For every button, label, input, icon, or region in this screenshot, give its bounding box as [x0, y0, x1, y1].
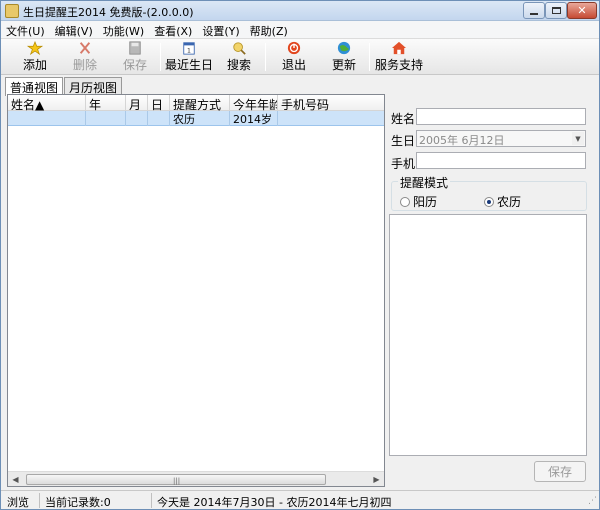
toolbar-separator	[369, 43, 370, 71]
cell-month	[126, 111, 148, 126]
column-header-mode[interactable]: 提醒方式	[170, 95, 230, 111]
table-row[interactable]: 农历 2014岁	[8, 111, 384, 126]
menu-help[interactable]: 帮助(Z)	[245, 21, 293, 38]
status-separator	[151, 493, 152, 508]
column-header-month[interactable]: 月	[126, 95, 148, 111]
delete-label: 删除	[72, 58, 97, 72]
tab-calendar-view[interactable]: 月历视图	[64, 77, 123, 95]
column-header-phone[interactable]: 手机号码	[278, 95, 384, 111]
menu-bar: 文件(U) 编辑(V) 功能(W) 查看(X) 设置(Y) 帮助(Z)	[1, 21, 599, 39]
contact-list[interactable]: 姓名▲ 年 月 日 提醒方式 今年年龄 手机号码 农历 2014岁 ◀ ||| …	[7, 94, 385, 487]
minimize-button[interactable]	[523, 2, 545, 19]
delete-x-icon	[79, 42, 91, 54]
title-bar[interactable]: 生日提醒王2014 免费版-(2.0.0.0) ✕	[1, 1, 599, 21]
phone-input[interactable]	[416, 152, 586, 169]
radio-off-icon	[400, 196, 410, 207]
reminder-mode-title: 提醒模式	[398, 174, 451, 191]
chevron-down-icon[interactable]: ▼	[572, 132, 584, 145]
radio-lunar[interactable]: 农历	[484, 193, 521, 210]
minimize-icon	[530, 12, 538, 15]
radio-solar-label: 阳历	[413, 195, 438, 209]
radio-solar[interactable]: 阳历	[400, 193, 437, 210]
save-button[interactable]: 保存	[534, 461, 586, 482]
exit-button[interactable]: 退出	[277, 41, 311, 73]
menu-file[interactable]: 文件(U)	[1, 21, 50, 38]
birthday-value: 2005年 6月12日	[419, 134, 505, 147]
cell-year	[86, 111, 126, 126]
menu-function[interactable]: 功能(W)	[98, 21, 149, 38]
search-button[interactable]: 搜索	[221, 41, 257, 73]
cell-age: 2014岁	[230, 111, 278, 126]
search-icon	[233, 42, 246, 55]
close-button[interactable]: ✕	[567, 2, 597, 19]
cell-day	[148, 111, 170, 126]
toolbar-separator	[265, 43, 266, 71]
exit-label: 退出	[281, 58, 306, 72]
column-header-year[interactable]: 年	[86, 95, 126, 111]
status-today: 今天是 2014年7月30日 - 农历2014年七月初四	[157, 496, 392, 509]
update-button[interactable]: 更新	[327, 41, 361, 73]
app-icon	[5, 4, 19, 18]
search-label: 搜索	[226, 58, 251, 72]
resize-grip-icon[interactable]: ⋰	[588, 496, 597, 506]
cell-mode: 农历	[170, 111, 230, 126]
status-record-count: 当前记录数:0	[45, 496, 111, 509]
recent-birthday-label: 最近生日	[165, 58, 214, 72]
status-bar: 浏览 当前记录数:0 今天是 2014年7月30日 - 农历2014年七月初四 …	[1, 490, 599, 509]
menu-edit[interactable]: 编辑(V)	[50, 21, 98, 38]
toolbar-separator	[160, 43, 161, 71]
reminder-mode-group: 提醒模式 阳历 农历	[391, 174, 587, 211]
cell-name	[8, 111, 86, 126]
add-label: 添加	[22, 58, 47, 72]
service-support-label: 服务支持	[374, 58, 423, 72]
star-icon	[26, 41, 44, 55]
save-toolbar-label: 保存	[122, 58, 147, 72]
toolbar: 添加 删除 保存 1 最近生日 搜索 退出 更新 服务支持	[1, 39, 599, 75]
calendar-icon: 1	[183, 42, 195, 55]
update-label: 更新	[331, 58, 356, 72]
menu-view[interactable]: 查看(X)	[149, 21, 197, 38]
menu-settings[interactable]: 设置(Y)	[197, 21, 244, 38]
detail-panel: 姓名 生日 2005年 6月12日 ▼ 手机 提醒模式 阳历 农历 保存	[389, 99, 591, 489]
view-tabs: 普通视图 月历视图	[5, 77, 123, 96]
cell-phone	[278, 111, 384, 126]
notes-textarea[interactable]	[389, 214, 587, 456]
delete-button[interactable]: 删除	[65, 41, 105, 73]
recent-birthday-button[interactable]: 1 最近生日	[165, 41, 213, 73]
save-toolbar-button[interactable]: 保存	[115, 41, 155, 73]
radio-lunar-label: 农历	[497, 195, 522, 209]
service-support-button[interactable]: 服务支持	[374, 41, 424, 73]
power-icon	[287, 41, 301, 55]
svg-text:1: 1	[187, 47, 191, 54]
floppy-icon	[129, 41, 141, 55]
horizontal-scrollbar[interactable]: ◀ ||| ▶	[8, 471, 384, 486]
main-window: 生日提醒王2014 免费版-(2.0.0.0) ✕ 文件(U) 编辑(V) 功能…	[0, 0, 600, 510]
maximize-icon	[551, 7, 561, 14]
column-header-age[interactable]: 今年年龄	[230, 95, 278, 111]
globe-icon	[337, 41, 351, 55]
scroll-left-icon[interactable]: ◀	[8, 472, 23, 487]
status-mode: 浏览	[7, 496, 29, 509]
name-input[interactable]	[416, 108, 586, 125]
column-header-name[interactable]: 姓名▲	[8, 95, 86, 111]
column-header-day[interactable]: 日	[148, 95, 170, 111]
close-icon: ✕	[577, 4, 587, 17]
window-title: 生日提醒王2014 免费版-(2.0.0.0)	[23, 6, 194, 19]
birthday-label: 生日	[391, 134, 416, 148]
home-icon	[392, 41, 406, 55]
name-label: 姓名	[391, 112, 416, 126]
add-button[interactable]: 添加	[15, 41, 55, 73]
scroll-thumb[interactable]: |||	[26, 474, 326, 485]
status-separator	[39, 493, 40, 508]
list-header: 姓名▲ 年 月 日 提醒方式 今年年龄 手机号码	[8, 95, 384, 111]
radio-on-icon	[484, 196, 494, 207]
birthday-picker[interactable]: 2005年 6月12日 ▼	[416, 130, 586, 147]
scroll-right-icon[interactable]: ▶	[369, 472, 384, 487]
phone-label: 手机	[391, 157, 416, 171]
grip-icon: |||	[173, 477, 181, 485]
maximize-button[interactable]	[545, 2, 567, 19]
